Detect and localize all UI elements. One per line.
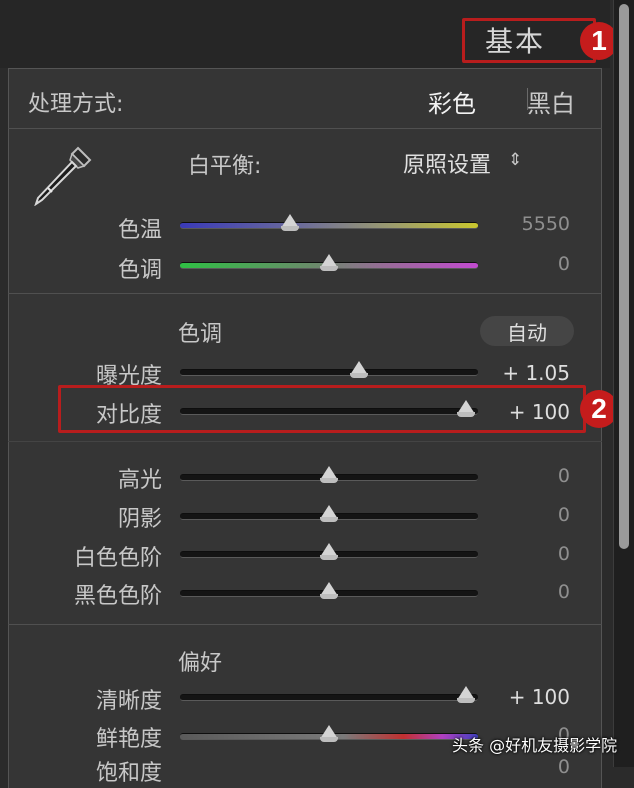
scrollbar-thumb[interactable] bbox=[619, 4, 629, 549]
highlights-value[interactable]: 0 bbox=[480, 465, 570, 487]
whites-label: 白色色阶 bbox=[73, 546, 162, 571]
panel-scrollbar[interactable] bbox=[613, 0, 634, 767]
separator bbox=[8, 128, 602, 129]
clarity-value[interactable]: + 100 bbox=[480, 685, 570, 709]
whites-slider-thumb[interactable] bbox=[320, 543, 338, 560]
highlights-label: 高光 bbox=[117, 468, 162, 493]
highlight-box-contrast bbox=[58, 385, 586, 433]
clarity-slider[interactable] bbox=[180, 694, 478, 701]
blacks-slider-thumb[interactable] bbox=[320, 582, 338, 599]
vibrance-slider-thumb[interactable] bbox=[320, 725, 338, 742]
presence-section-title: 偏好 bbox=[178, 651, 223, 676]
exposure-slider-thumb[interactable] bbox=[349, 361, 368, 378]
temp-slider-thumb[interactable] bbox=[281, 214, 300, 231]
temp-label: 色温 bbox=[117, 218, 162, 243]
temp-slider[interactable] bbox=[180, 222, 478, 229]
blacks-label: 黑色色阶 bbox=[73, 584, 162, 609]
separator bbox=[8, 441, 602, 442]
tint-label: 色调 bbox=[117, 258, 162, 283]
separator bbox=[8, 624, 602, 625]
separator bbox=[8, 293, 602, 294]
clarity-slider-thumb[interactable] bbox=[457, 686, 476, 703]
shadows-slider-thumb[interactable] bbox=[320, 505, 338, 522]
temp-value[interactable]: 5550 bbox=[480, 213, 570, 235]
white-balance-preset[interactable]: 原照设置 bbox=[403, 147, 491, 179]
eyedropper-icon[interactable] bbox=[28, 142, 98, 206]
treatment-color-option[interactable]: 彩色 bbox=[428, 84, 476, 119]
saturation-label: 饱和度 bbox=[95, 761, 162, 786]
white-balance-label: 白平衡: bbox=[188, 154, 262, 179]
exposure-value[interactable]: + 1.05 bbox=[480, 361, 570, 385]
blacks-value[interactable]: 0 bbox=[480, 581, 570, 603]
highlight-box-title bbox=[462, 18, 596, 63]
clarity-label: 清晰度 bbox=[95, 689, 162, 714]
tint-slider-thumb[interactable] bbox=[320, 254, 338, 271]
exposure-slider[interactable] bbox=[180, 369, 478, 376]
tone-section-title: 色调 bbox=[178, 322, 223, 347]
auto-tone-button[interactable]: 自动 bbox=[480, 316, 574, 346]
vibrance-label: 鲜艳度 bbox=[95, 727, 162, 752]
preset-arrows-icon[interactable]: ⇕ bbox=[508, 150, 522, 170]
highlights-slider-thumb[interactable] bbox=[320, 466, 338, 483]
treatment-bw-option[interactable]: 黑白 bbox=[527, 84, 575, 119]
treatment-label: 处理方式: bbox=[28, 92, 124, 117]
shadows-label: 阴影 bbox=[117, 507, 162, 532]
saturation-value[interactable]: 0 bbox=[480, 756, 570, 778]
watermark: 头条 @好机友摄影学院 bbox=[452, 736, 618, 755]
tint-value[interactable]: 0 bbox=[480, 253, 570, 275]
whites-value[interactable]: 0 bbox=[480, 543, 570, 565]
shadows-value[interactable]: 0 bbox=[480, 504, 570, 526]
